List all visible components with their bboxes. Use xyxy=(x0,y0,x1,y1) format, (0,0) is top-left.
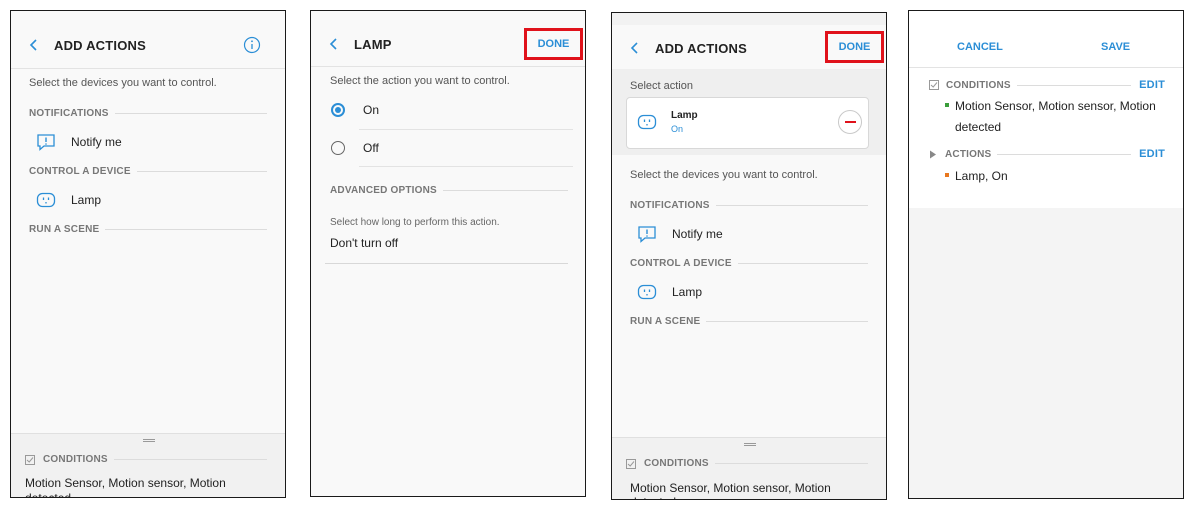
conditions-header: CONDITIONS EDIT xyxy=(929,79,1165,91)
smart-plug-icon xyxy=(35,190,57,210)
screen-add-actions-2: ADD ACTIONS DONE Select action Lamp On S… xyxy=(611,12,887,500)
section-label: CONTROL A DEVICE xyxy=(630,258,732,269)
screen-automation-summary: CANCEL SAVE CONDITIONS EDIT Motion Senso… xyxy=(908,10,1184,499)
notification-icon xyxy=(35,132,57,152)
selected-actions-area: Select action Lamp On xyxy=(612,69,886,155)
radio-on[interactable] xyxy=(331,103,345,117)
drag-handle-icon[interactable] xyxy=(143,439,155,442)
page-title: ADD ACTIONS xyxy=(54,37,146,53)
summary-card: CANCEL SAVE CONDITIONS EDIT Motion Senso… xyxy=(909,23,1183,208)
screen-lamp-action: LAMP DONE Select the action you want to … xyxy=(310,10,586,497)
section-run-scene: RUN A SCENE xyxy=(630,316,868,327)
selected-action-card[interactable]: Lamp On xyxy=(626,97,869,149)
minus-icon xyxy=(844,121,856,123)
header-divider xyxy=(311,66,585,67)
checkbox-icon xyxy=(626,458,636,469)
option-on-label[interactable]: On xyxy=(363,103,379,117)
back-arrow-icon[interactable] xyxy=(28,39,40,51)
condition-text-line2: detected xyxy=(955,120,1002,134)
selected-device-name: Lamp xyxy=(671,110,698,121)
selected-device-state: On xyxy=(671,124,684,134)
status-bar xyxy=(612,13,886,25)
page-title: LAMP xyxy=(354,36,392,52)
section-label: CONDITIONS xyxy=(946,79,1011,91)
header-divider xyxy=(909,67,1183,68)
section-control-device: CONTROL A DEVICE xyxy=(29,166,267,177)
remove-action-button[interactable] xyxy=(838,110,862,134)
status-bar xyxy=(909,11,1183,23)
section-label: NOTIFICATIONS xyxy=(630,200,710,211)
screen-add-actions-1: ADD ACTIONS Select the devices you want … xyxy=(10,10,286,498)
checkbox-icon xyxy=(929,80,939,90)
header-divider xyxy=(11,68,285,69)
expand-triangle-icon[interactable] xyxy=(929,150,937,159)
conditions-summary: Motion Sensor, Motion sensor, Motion xyxy=(25,476,226,490)
save-button[interactable]: SAVE xyxy=(1101,41,1130,53)
section-label: CONTROL A DEVICE xyxy=(29,166,131,177)
section-run-scene: RUN A SCENE xyxy=(29,224,267,235)
item-label: Lamp xyxy=(672,285,703,299)
actions-header: ACTIONS EDIT xyxy=(929,148,1165,160)
cancel-button[interactable]: CANCEL xyxy=(957,41,1003,53)
duration-divider xyxy=(325,263,568,264)
status-bar xyxy=(11,11,285,23)
smart-plug-icon xyxy=(637,114,657,135)
option-divider xyxy=(359,129,573,130)
section-label: ACTIONS xyxy=(945,148,992,160)
option-off-label[interactable]: Off xyxy=(363,141,379,155)
action-notify-me[interactable]: Notify me xyxy=(636,224,723,244)
conditions-header: CONDITIONS xyxy=(25,454,267,465)
checkbox-icon xyxy=(25,454,35,465)
drag-handle-icon[interactable] xyxy=(744,443,756,446)
instructions: Select the devices you want to control. xyxy=(29,77,217,89)
conditions-summary-overflow: detected xyxy=(630,495,676,499)
action-text: Lamp, On xyxy=(955,169,1008,183)
device-lamp[interactable]: Lamp xyxy=(636,282,702,302)
edit-actions-button[interactable]: EDIT xyxy=(1139,148,1165,160)
section-control-device: CONTROL A DEVICE xyxy=(630,258,868,269)
section-notifications: NOTIFICATIONS xyxy=(29,108,267,119)
item-label: Notify me xyxy=(71,135,122,149)
info-icon[interactable] xyxy=(243,36,261,59)
notification-icon xyxy=(636,224,658,244)
section-label: NOTIFICATIONS xyxy=(29,108,109,119)
conditions-summary-overflow: detected xyxy=(25,491,72,498)
status-bar xyxy=(311,11,585,23)
done-button[interactable]: DONE xyxy=(825,31,884,63)
condition-bullet xyxy=(945,103,949,107)
instructions: Select the devices you want to control. xyxy=(630,169,818,181)
section-label: RUN A SCENE xyxy=(29,224,100,235)
edit-conditions-button[interactable]: EDIT xyxy=(1139,79,1165,91)
section-advanced-options: ADVANCED OPTIONS xyxy=(330,185,568,196)
item-label: Notify me xyxy=(672,227,723,241)
section-label: CONDITIONS xyxy=(43,454,108,465)
select-action-label: Select action xyxy=(630,80,693,92)
done-button[interactable]: DONE xyxy=(524,28,583,60)
header: ADD ACTIONS xyxy=(11,35,285,55)
item-label: Lamp xyxy=(71,193,102,207)
conditions-sheet[interactable]: CONDITIONS Motion Sensor, Motion sensor,… xyxy=(11,433,285,497)
condition-text: Motion Sensor, Motion sensor, Motion xyxy=(955,99,1156,113)
back-arrow-icon[interactable] xyxy=(629,42,641,54)
instructions: Select the action you want to control. xyxy=(330,75,510,87)
page-title: ADD ACTIONS xyxy=(655,40,747,56)
conditions-header: CONDITIONS xyxy=(626,458,868,469)
action-notify-me[interactable]: Notify me xyxy=(35,132,122,152)
section-label: RUN A SCENE xyxy=(630,316,701,327)
conditions-summary: Motion Sensor, Motion sensor, Motion xyxy=(630,481,831,495)
section-notifications: NOTIFICATIONS xyxy=(630,200,868,211)
duration-hint: Select how long to perform this action. xyxy=(330,217,500,228)
section-label: ADVANCED OPTIONS xyxy=(330,185,437,196)
smart-plug-icon xyxy=(636,282,658,302)
option-divider xyxy=(359,166,573,167)
conditions-sheet[interactable]: CONDITIONS Motion Sensor, Motion sensor,… xyxy=(612,437,886,499)
device-lamp[interactable]: Lamp xyxy=(35,190,101,210)
radio-off[interactable] xyxy=(331,141,345,155)
action-bullet xyxy=(945,173,949,177)
section-label: CONDITIONS xyxy=(644,458,709,469)
duration-value[interactable]: Don't turn off xyxy=(330,236,398,250)
back-arrow-icon[interactable] xyxy=(328,38,340,50)
